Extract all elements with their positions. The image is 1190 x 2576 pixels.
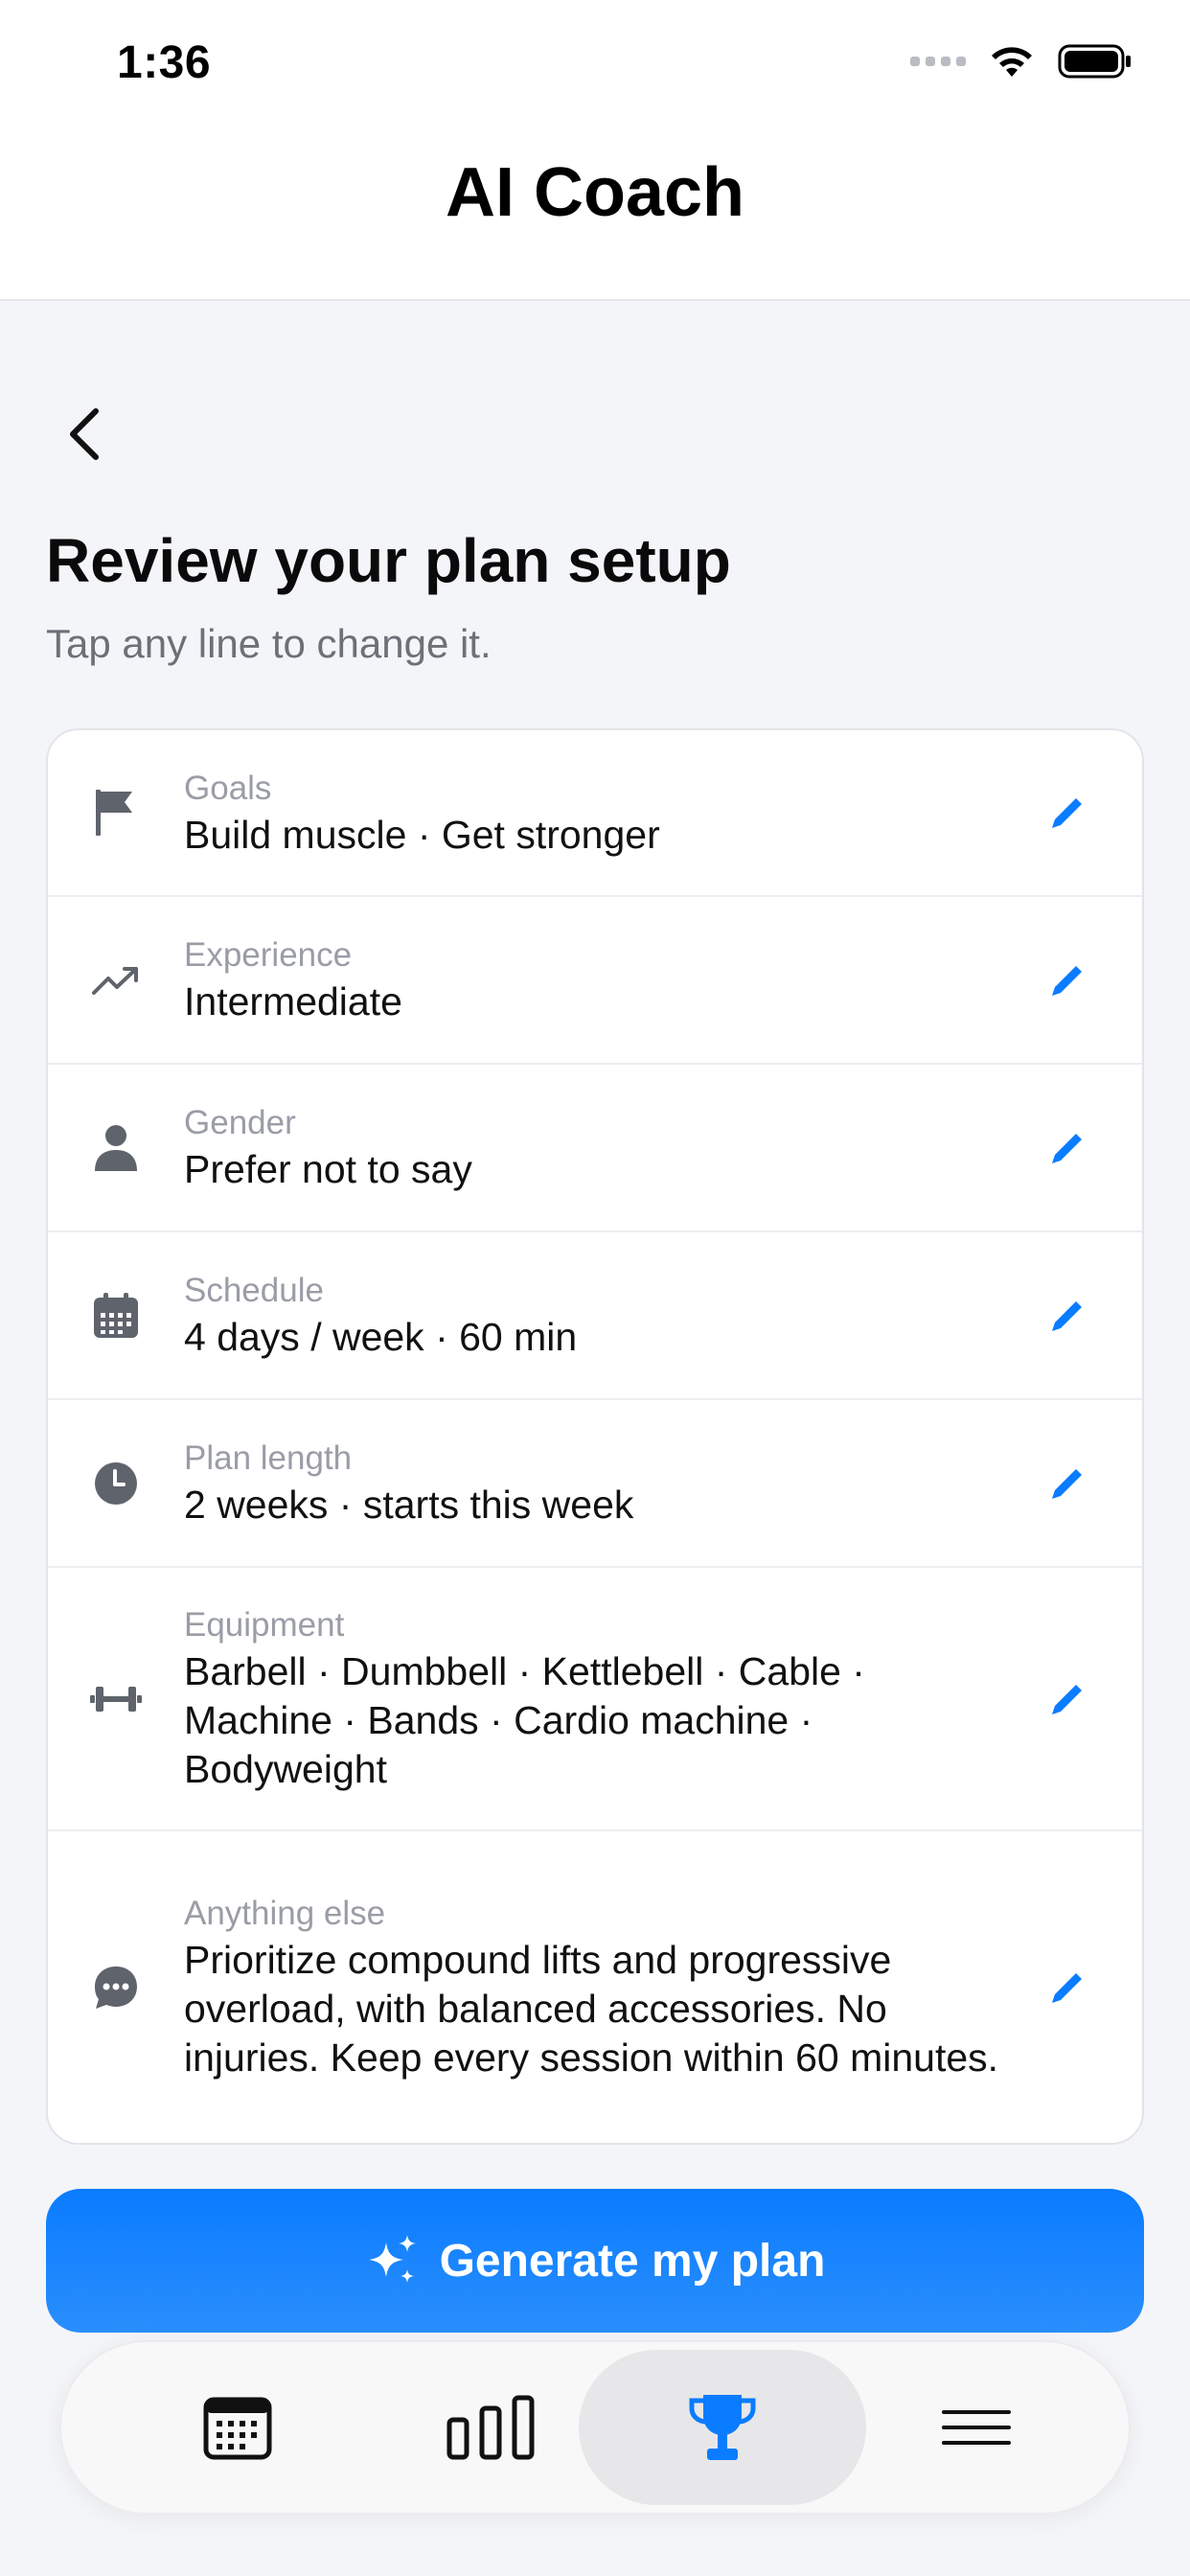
edit-pencil-icon[interactable] bbox=[1039, 1966, 1096, 2009]
bar-chart-icon bbox=[446, 2395, 535, 2460]
sparkles-icon bbox=[368, 2235, 416, 2283]
calendar-icon bbox=[48, 1292, 184, 1340]
trophy-icon bbox=[689, 2395, 756, 2460]
status-icons bbox=[910, 42, 1133, 80]
row-label: Anything else bbox=[184, 1895, 386, 1932]
battery-icon bbox=[1058, 44, 1131, 79]
row-value: 2 weeks · starts this week bbox=[184, 1483, 634, 1527]
chevron-left-icon bbox=[70, 408, 99, 460]
row-value: Prioritize compound lifts and progressiv… bbox=[184, 1938, 999, 2080]
cellular-signal-icon bbox=[910, 57, 966, 66]
top-bar: 1:36 AI Coach bbox=[0, 0, 1190, 301]
flag-icon bbox=[48, 788, 184, 838]
row-experience[interactable]: Experience Intermediate bbox=[48, 897, 1142, 1065]
wifi-icon bbox=[992, 47, 1032, 77]
row-label: Experience bbox=[184, 936, 353, 974]
page-title: Review your plan setup bbox=[46, 526, 731, 595]
row-label: Goals bbox=[184, 769, 272, 807]
row-value: 4 days / week · 60 min bbox=[184, 1315, 578, 1359]
clock-icon bbox=[48, 1460, 184, 1506]
row-value: Build muscle · Get stronger bbox=[184, 812, 660, 857]
edit-pencil-icon[interactable] bbox=[1039, 1678, 1096, 1720]
edit-pencil-icon[interactable] bbox=[1039, 792, 1096, 834]
chat-bubble-icon bbox=[48, 1964, 184, 2012]
edit-pencil-icon[interactable] bbox=[1039, 959, 1096, 1001]
row-value: Prefer not to say bbox=[184, 1147, 472, 1191]
app-title: AI Coach bbox=[445, 154, 745, 231]
back-button[interactable] bbox=[57, 402, 111, 466]
row-goals[interactable]: Goals Build muscle · Get stronger bbox=[48, 730, 1142, 897]
row-value: Intermediate bbox=[184, 979, 402, 1024]
page-subtitle: Tap any line to change it. bbox=[46, 621, 492, 666]
row-plan-length[interactable]: Plan length 2 weeks · starts this week bbox=[48, 1400, 1142, 1568]
row-label: Plan length bbox=[184, 1439, 353, 1477]
tab-trophy[interactable] bbox=[579, 2350, 866, 2505]
row-anything-else[interactable]: Anything else Prioritize compound lifts … bbox=[48, 1831, 1142, 2143]
edit-pencil-icon[interactable] bbox=[1039, 1127, 1096, 1169]
generate-plan-label: Generate my plan bbox=[439, 2235, 826, 2287]
menu-icon bbox=[942, 2410, 1011, 2445]
calendar-icon bbox=[203, 2397, 272, 2460]
row-equipment[interactable]: Equipment Barbell · Dumbbell · Kettlebel… bbox=[48, 1568, 1142, 1831]
row-value: Barbell · Dumbbell · Kettlebell · Cable … bbox=[184, 1649, 865, 1791]
row-label: Gender bbox=[184, 1104, 296, 1141]
trending-up-icon bbox=[48, 964, 184, 997]
row-label: Schedule bbox=[184, 1272, 324, 1309]
person-icon bbox=[48, 1123, 184, 1173]
tab-menu[interactable] bbox=[885, 2350, 1067, 2505]
row-gender[interactable]: Gender Prefer not to say bbox=[48, 1065, 1142, 1232]
tab-calendar[interactable] bbox=[128, 2350, 347, 2505]
generate-plan-button[interactable]: Generate my plan bbox=[46, 2189, 1144, 2333]
edit-pencil-icon[interactable] bbox=[1039, 1462, 1096, 1505]
tab-bar bbox=[59, 2340, 1131, 2515]
row-label: Equipment bbox=[184, 1606, 345, 1644]
edit-pencil-icon[interactable] bbox=[1039, 1295, 1096, 1337]
dumbbell-icon bbox=[48, 1684, 184, 1714]
row-schedule[interactable]: Schedule 4 days / week · 60 min bbox=[48, 1232, 1142, 1400]
plan-setup-card: Goals Build muscle · Get stronger Experi… bbox=[46, 728, 1144, 2145]
status-time: 1:36 bbox=[117, 37, 212, 88]
tab-stats[interactable] bbox=[381, 2350, 600, 2505]
